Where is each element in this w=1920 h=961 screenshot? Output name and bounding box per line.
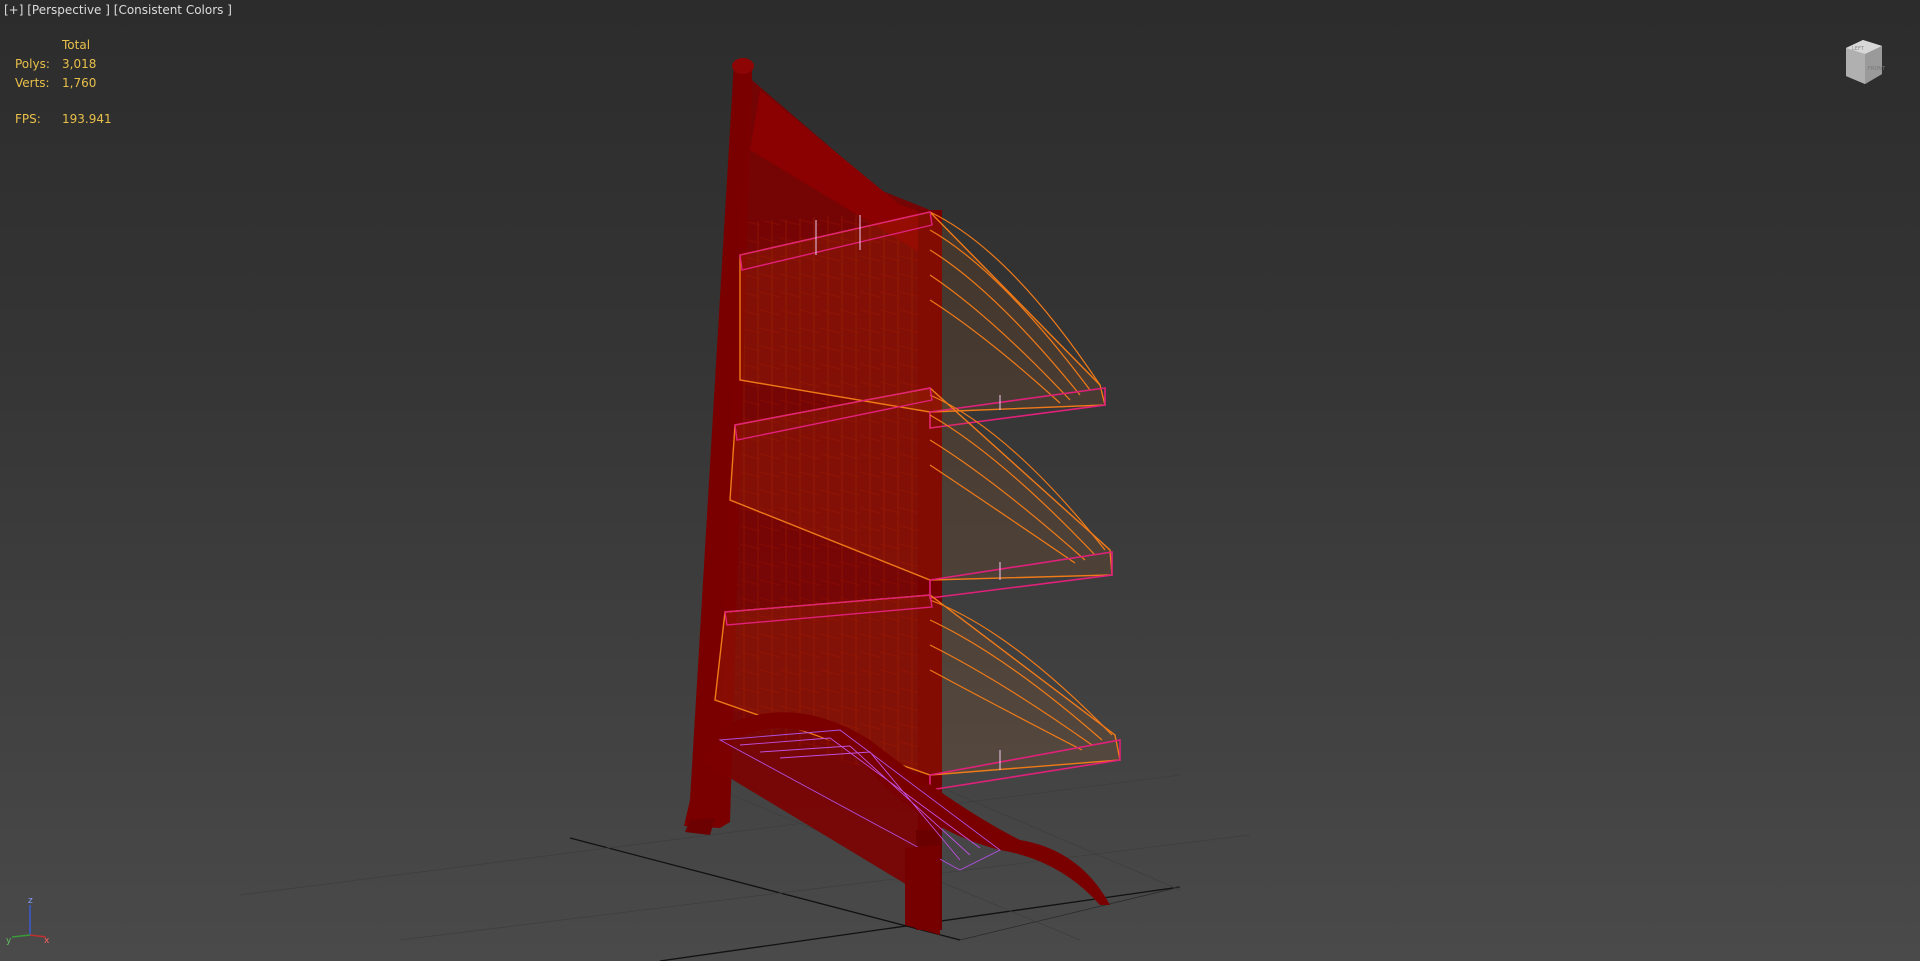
verts-value: 1,760	[62, 76, 97, 90]
stats-header: Total	[62, 38, 91, 52]
svg-text:FRONT: FRONT	[1868, 66, 1886, 72]
svg-text:LEFT: LEFT	[1852, 46, 1865, 52]
perspective-viewport[interactable]: [+] [Perspective ] [Consistent Colors ] …	[0, 0, 1920, 961]
axis-y-label: y	[6, 936, 12, 946]
fps-value: 193.941	[62, 112, 112, 126]
polys-value: 3,018	[62, 57, 97, 71]
shading-mode-button[interactable]: [Consistent Colors ]	[114, 3, 232, 17]
view-type-button[interactable]: [Perspective ]	[27, 3, 110, 17]
axis-tripod-icon: z x y	[6, 896, 50, 946]
scene-render	[239, 58, 1251, 961]
axis-z-label: z	[28, 896, 33, 906]
verts-label: Verts:	[15, 76, 50, 90]
axis-x-label: x	[44, 936, 50, 946]
fps-label: FPS:	[15, 112, 41, 126]
viewcube-icon[interactable]: LEFT FRONT	[1838, 36, 1888, 88]
polys-label: Polys:	[15, 57, 50, 71]
statistics-overlay: Total Polys: 3,018 Verts: 1,760 FPS: 193…	[15, 38, 112, 131]
viewport-label: [+] [Perspective ] [Consistent Colors ]	[4, 3, 232, 17]
viewport-menu-button[interactable]: [+]	[4, 3, 23, 17]
